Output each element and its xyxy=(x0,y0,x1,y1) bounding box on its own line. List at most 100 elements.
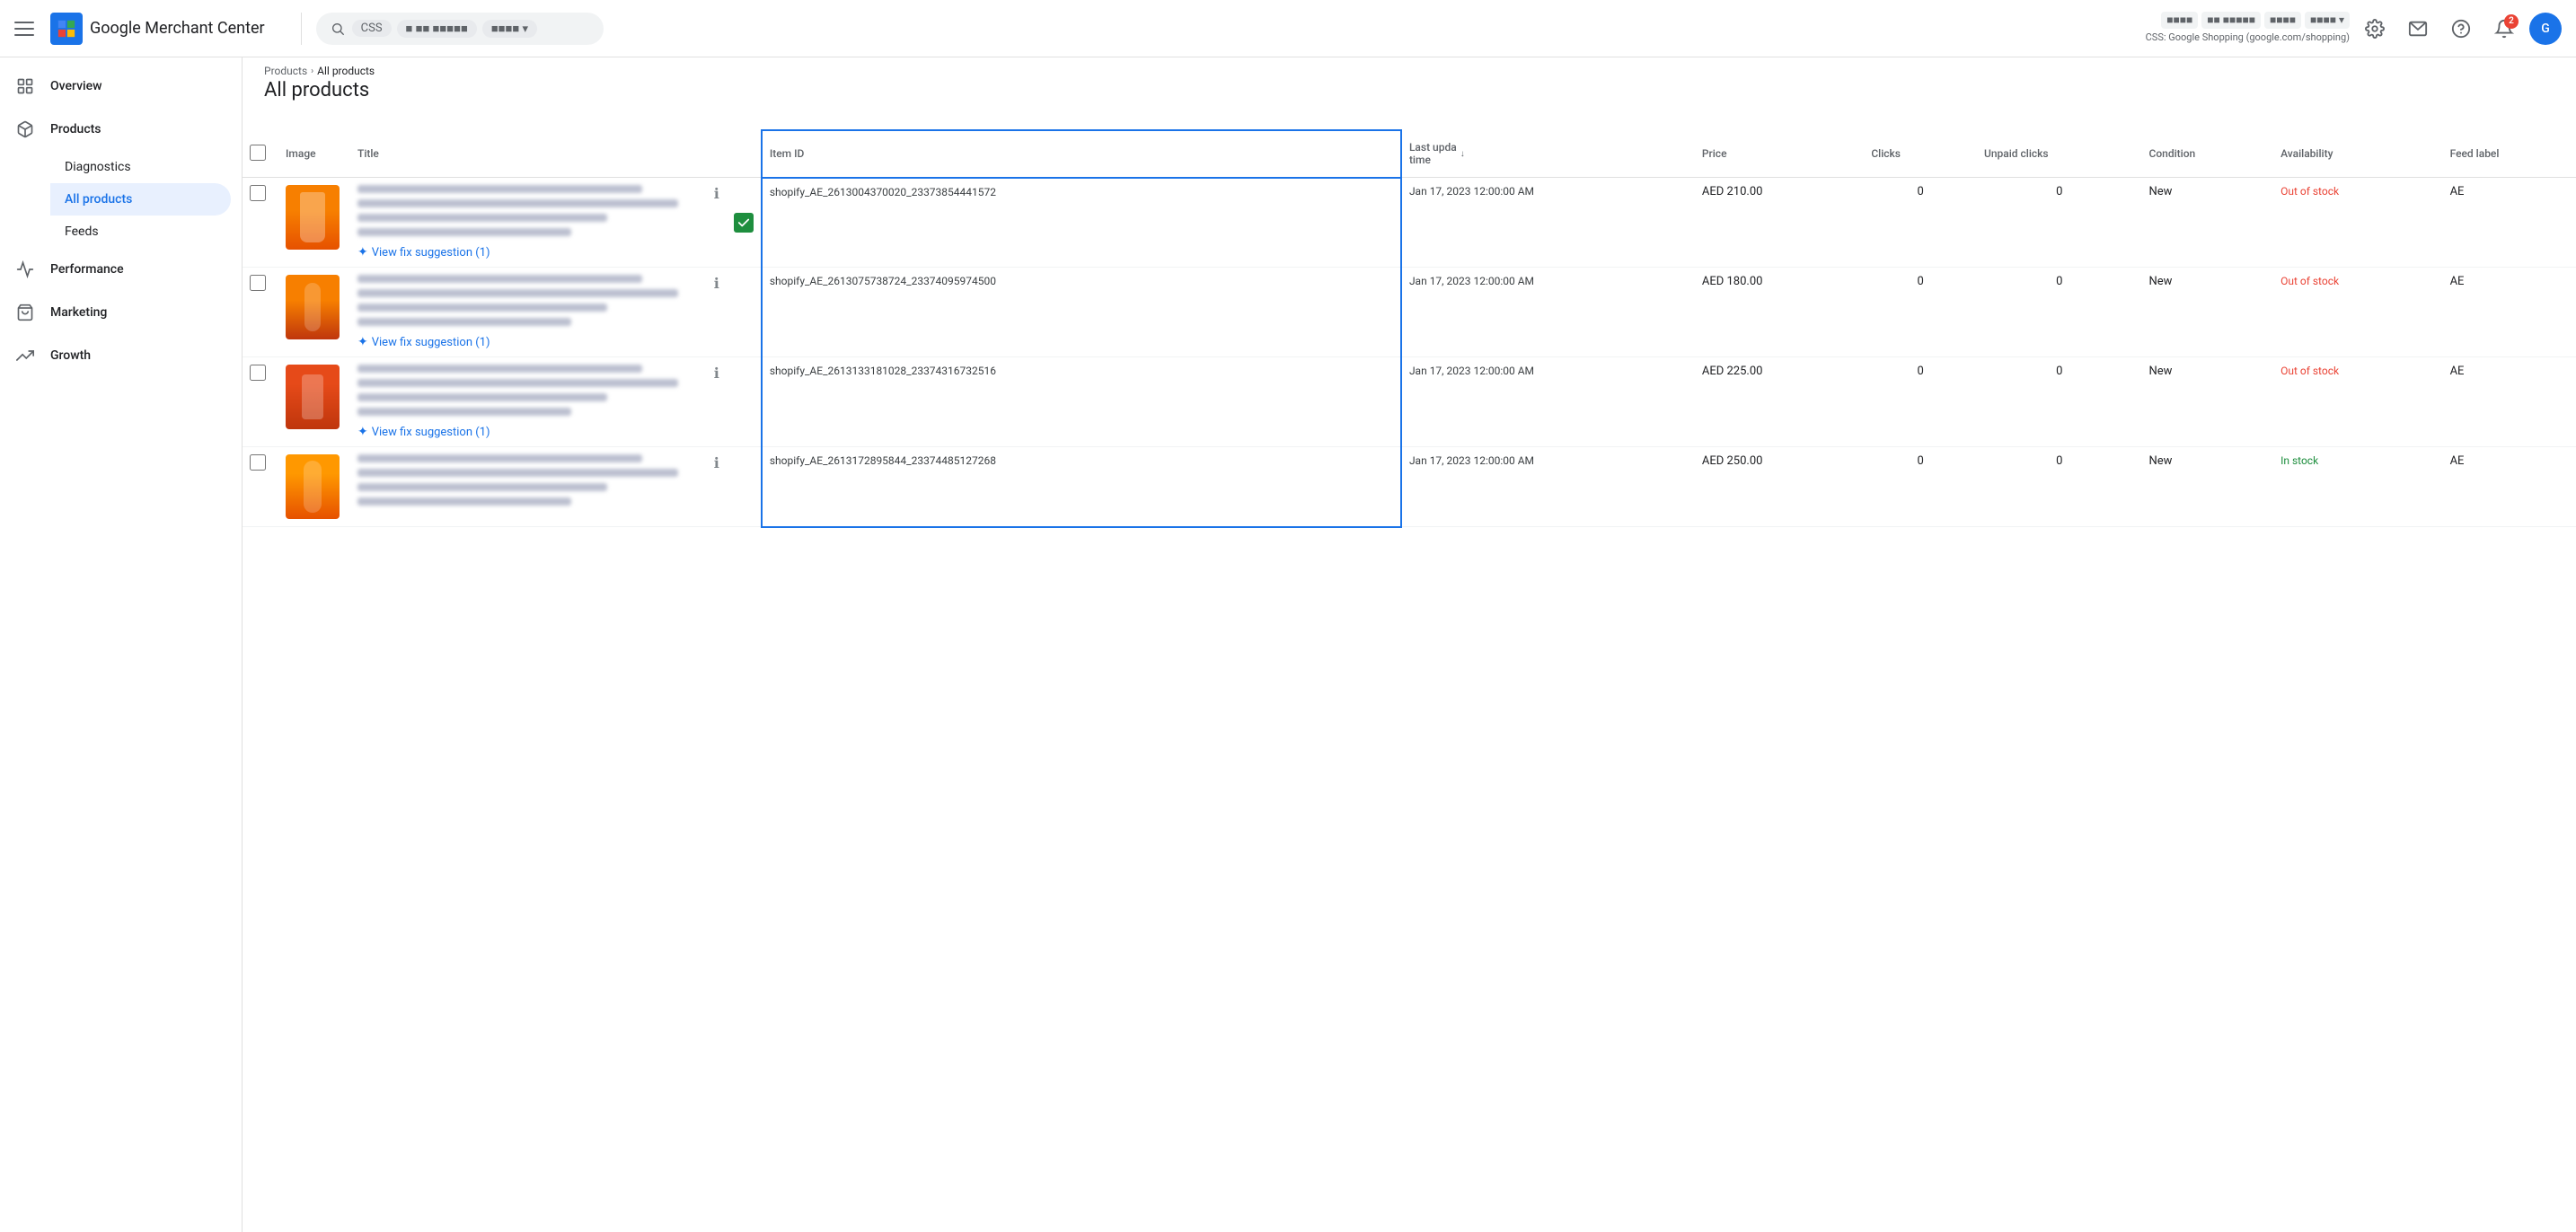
th-check xyxy=(727,130,762,178)
row-checkbox[interactable] xyxy=(250,365,266,381)
row-title-cell: ℹ ✦ View fix suggestion (1) xyxy=(350,268,727,357)
table-row: ℹ ✦ View fix suggestion (1) shopify_AE_2… xyxy=(243,268,2576,357)
row-checkbox[interactable] xyxy=(250,185,266,201)
product-image xyxy=(286,365,340,429)
row-checkbox[interactable] xyxy=(250,275,266,291)
green-check[interactable] xyxy=(734,213,754,233)
row-image-cell xyxy=(278,268,350,357)
row-clicks-cell: 0 xyxy=(1864,357,1977,447)
box-icon xyxy=(14,119,36,140)
info-icon[interactable]: ℹ xyxy=(714,275,719,292)
product-price: AED 210.00 xyxy=(1702,185,1763,198)
sort-icon-updated[interactable]: ↓ xyxy=(1460,149,1465,159)
th-unpaid-clicks: Unpaid clicks xyxy=(1977,130,2142,178)
sidebar-products-label: Products xyxy=(50,122,101,136)
row-checkbox-cell xyxy=(243,178,278,268)
fix-suggestion-link[interactable]: ✦ View fix suggestion (1) xyxy=(357,419,719,439)
search-bar[interactable]: CSS ■ ■■ ■■■■■ ■■■■ ▾ xyxy=(316,13,604,45)
product-feed-label: AE xyxy=(2450,185,2465,198)
product-clicks: 0 xyxy=(1918,275,1924,288)
row-updated-cell: Jan 17, 2023 12:00:00 AM xyxy=(1401,447,1695,527)
products-table: Image Title Item ID Last updatime ↓ Pric… xyxy=(243,129,2576,528)
row-availability-cell: Out of stock xyxy=(2273,178,2442,268)
menu-icon[interactable] xyxy=(14,18,36,40)
notification-badge: 2 xyxy=(2504,14,2519,29)
th-clicks: Clicks xyxy=(1864,130,1977,178)
sidebar-item-performance[interactable]: Performance xyxy=(0,248,231,291)
row-check-cell xyxy=(727,357,762,447)
product-price: AED 250.00 xyxy=(1702,454,1763,468)
fix-icon: ✦ xyxy=(357,425,368,439)
sidebar-item-growth[interactable]: Growth xyxy=(0,334,231,377)
notification-wrapper[interactable]: 2 xyxy=(2486,11,2522,47)
product-updated-date: Jan 17, 2023 12:00:00 AM xyxy=(1409,275,1534,287)
row-checkbox[interactable] xyxy=(250,454,266,471)
product-title-lines xyxy=(357,454,714,509)
row-image-cell xyxy=(278,357,350,447)
avatar[interactable]: G xyxy=(2529,13,2562,45)
row-feed-label-cell: AE xyxy=(2443,268,2576,357)
info-icon[interactable]: ℹ xyxy=(714,365,719,382)
fix-suggestion-link[interactable]: ✦ View fix suggestion (1) xyxy=(357,240,719,260)
product-updated-date: Jan 17, 2023 12:00:00 AM xyxy=(1409,454,1534,467)
th-price: Price xyxy=(1695,130,1864,178)
row-itemid-cell: shopify_AE_2613004370020_23373854441572 xyxy=(762,178,1401,268)
select-all-checkbox[interactable] xyxy=(250,145,266,161)
fix-suggestion-link[interactable]: ✦ View fix suggestion (1) xyxy=(357,330,719,349)
marketing-label: Marketing xyxy=(50,305,107,320)
sidebar-item-all-products[interactable]: All products xyxy=(50,183,231,216)
row-image-cell xyxy=(278,178,350,268)
product-image xyxy=(286,454,340,519)
row-itemid-cell: shopify_AE_2613075738724_23374095974500 xyxy=(762,268,1401,357)
breadcrumb: Products › All products xyxy=(264,65,2554,77)
email-button[interactable] xyxy=(2400,11,2436,47)
help-button[interactable] xyxy=(2443,11,2479,47)
row-checkbox-cell xyxy=(243,268,278,357)
header-divider xyxy=(301,13,302,45)
product-condition: New xyxy=(2149,185,2173,198)
row-condition-cell: New xyxy=(2142,178,2274,268)
row-unpaid-clicks-cell: 0 xyxy=(1977,357,2142,447)
row-availability-cell: Out of stock xyxy=(2273,268,2442,357)
row-updated-cell: Jan 17, 2023 12:00:00 AM xyxy=(1401,178,1695,268)
sidebar-item-products[interactable]: Products xyxy=(0,108,231,151)
row-itemid-cell: shopify_AE_2613133181028_23374316732516 xyxy=(762,357,1401,447)
product-unpaid-clicks: 0 xyxy=(2056,275,2062,288)
breadcrumb-current: All products xyxy=(317,65,375,77)
row-clicks-cell: 0 xyxy=(1864,268,1977,357)
grid-icon xyxy=(14,75,36,97)
info-icon[interactable]: ℹ xyxy=(714,185,719,202)
row-check-cell xyxy=(727,447,762,527)
row-checkbox-cell xyxy=(243,447,278,527)
th-itemid: Item ID xyxy=(762,130,1401,178)
breadcrumb-products[interactable]: Products xyxy=(264,65,307,77)
settings-button[interactable] xyxy=(2357,11,2393,47)
sidebar-item-diagnostics[interactable]: Diagnostics xyxy=(50,151,231,183)
info-icon[interactable]: ℹ xyxy=(714,454,719,471)
sidebar-item-marketing[interactable]: Marketing xyxy=(0,291,231,334)
row-condition-cell: New xyxy=(2142,447,2274,527)
product-feed-label: AE xyxy=(2450,454,2465,468)
row-clicks-cell: 0 xyxy=(1864,178,1977,268)
page-title: All products xyxy=(264,79,2554,101)
notification-button[interactable] xyxy=(2486,11,2522,47)
row-unpaid-clicks-cell: 0 xyxy=(1977,447,2142,527)
th-title: Title xyxy=(350,130,727,178)
row-updated-cell: Jan 17, 2023 12:00:00 AM xyxy=(1401,268,1695,357)
th-feed-label: Feed label xyxy=(2443,130,2576,178)
search-icon xyxy=(331,22,345,36)
row-availability-cell: Out of stock xyxy=(2273,357,2442,447)
product-condition: New xyxy=(2149,365,2173,378)
fix-suggestion-text: View fix suggestion (1) xyxy=(372,336,490,349)
product-item-id: shopify_AE_2613133181028_23374316732516 xyxy=(770,365,996,377)
store-pill-4: ■■■■ ▾ xyxy=(2305,12,2350,29)
product-clicks: 0 xyxy=(1918,185,1924,198)
search-text: CSS ■ ■■ ■■■■■ ■■■■ ▾ xyxy=(352,20,537,38)
th-updated: Last updatime ↓ xyxy=(1401,130,1695,178)
sidebar-item-feeds[interactable]: Feeds xyxy=(50,216,231,248)
product-title-lines xyxy=(357,365,714,419)
sidebar-item-overview[interactable]: Overview xyxy=(0,65,231,108)
row-checkbox-cell xyxy=(243,357,278,447)
row-image-cell xyxy=(278,447,350,527)
tag-icon xyxy=(14,302,36,323)
